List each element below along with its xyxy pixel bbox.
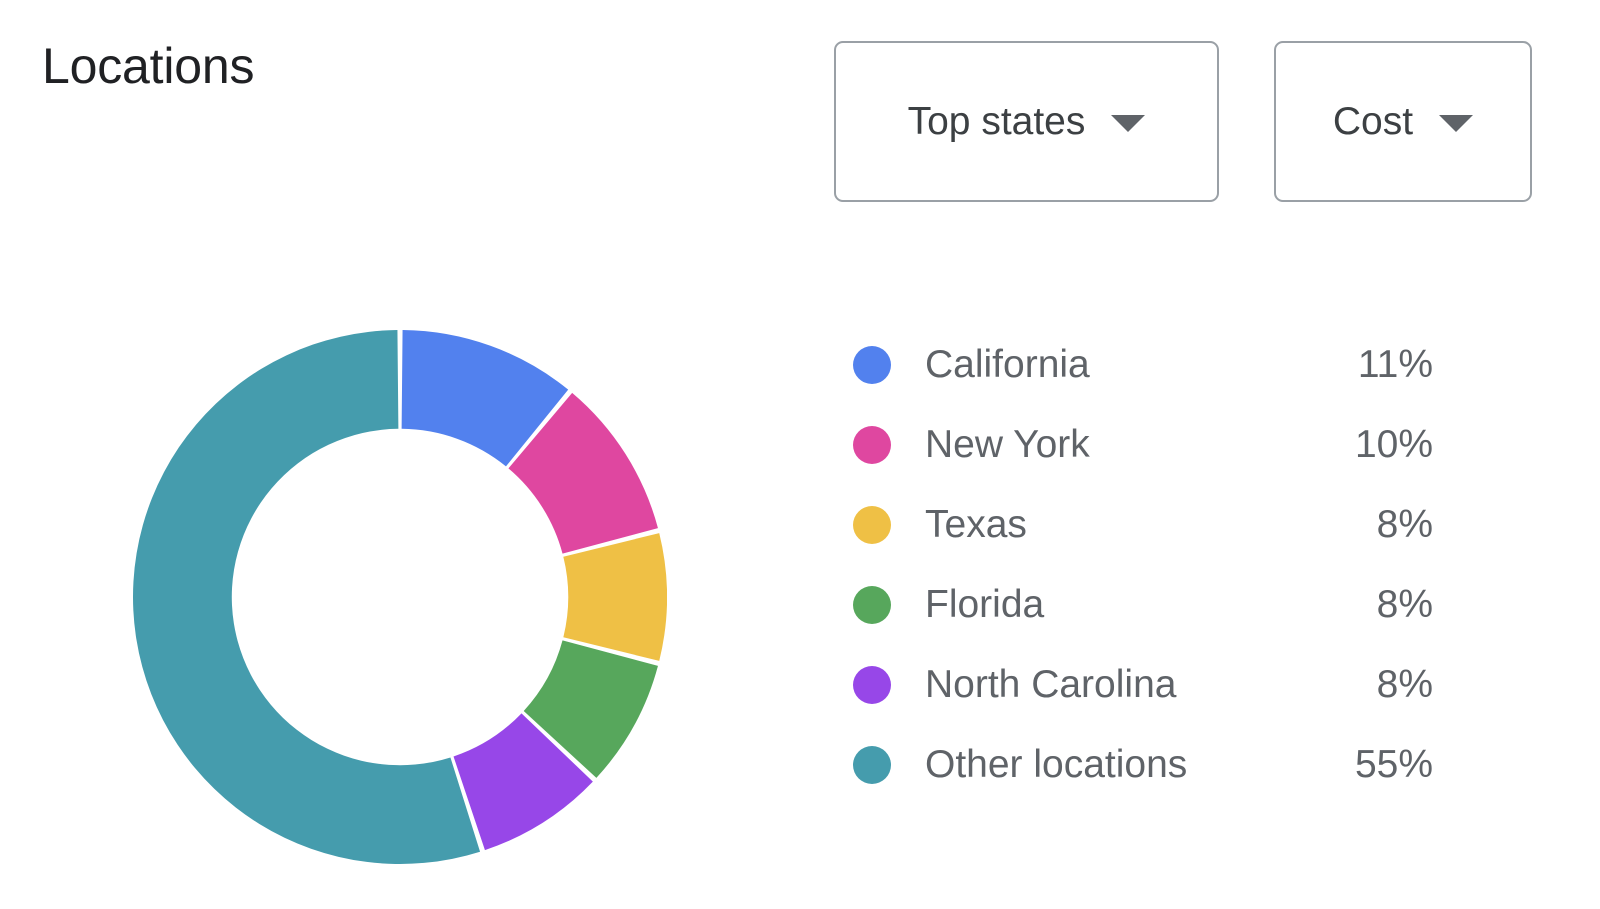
legend-item-label: Texas — [925, 503, 1027, 546]
donut-slice[interactable] — [563, 533, 667, 661]
header-controls: Top states Cost — [834, 41, 1532, 202]
legend-item-value: 11% — [1357, 343, 1433, 386]
chart-legend: California 11% New York 10% Texas 8% Florida 8%… — [853, 325, 1433, 805]
cost-dropdown-label: Cost — [1332, 99, 1414, 143]
donut-chart — [133, 330, 667, 864]
locations-card: Locations Top states Cost California 11% N… — [0, 0, 1600, 909]
legend-item[interactable]: Texas 8% — [853, 485, 1433, 565]
legend-color-dot — [853, 666, 891, 704]
legend-item-value: 8% — [1376, 583, 1433, 626]
legend-item-label: Florida — [925, 583, 1045, 626]
legend-item-label: Other locations — [925, 743, 1188, 786]
legend-item-label: North Carolina — [925, 663, 1177, 706]
legend-color-dot — [853, 346, 891, 384]
legend-item[interactable]: North Carolina 8% — [853, 645, 1433, 725]
legend-item-value: 55% — [1354, 743, 1433, 786]
chevron-down-icon — [1111, 115, 1146, 132]
legend-item-label: New York — [925, 423, 1090, 466]
top-states-dropdown-label: Top states — [907, 99, 1086, 143]
legend-item[interactable]: Other locations 55% — [853, 725, 1433, 805]
legend-item[interactable]: New York 10% — [853, 405, 1433, 485]
legend-color-dot — [853, 506, 891, 544]
donut-slice-group — [133, 330, 667, 864]
legend-item-value: 8% — [1376, 663, 1433, 706]
legend-color-dot — [853, 746, 891, 784]
legend-item-value: 10% — [1354, 423, 1433, 466]
legend-item-label: California — [925, 343, 1090, 386]
legend-color-dot — [853, 426, 891, 464]
top-states-dropdown[interactable]: Top states — [834, 41, 1219, 202]
card-header: Locations Top states Cost — [0, 0, 1600, 210]
chevron-down-icon — [1439, 115, 1474, 132]
legend-item[interactable]: Florida 8% — [853, 565, 1433, 645]
page-title: Locations — [42, 38, 255, 94]
donut-chart-svg — [133, 330, 667, 864]
chart-area — [0, 210, 800, 909]
cost-dropdown[interactable]: Cost — [1274, 41, 1532, 202]
legend-color-dot — [853, 586, 891, 624]
legend-item-value: 8% — [1376, 503, 1433, 546]
legend-item[interactable]: California 11% — [853, 325, 1433, 405]
